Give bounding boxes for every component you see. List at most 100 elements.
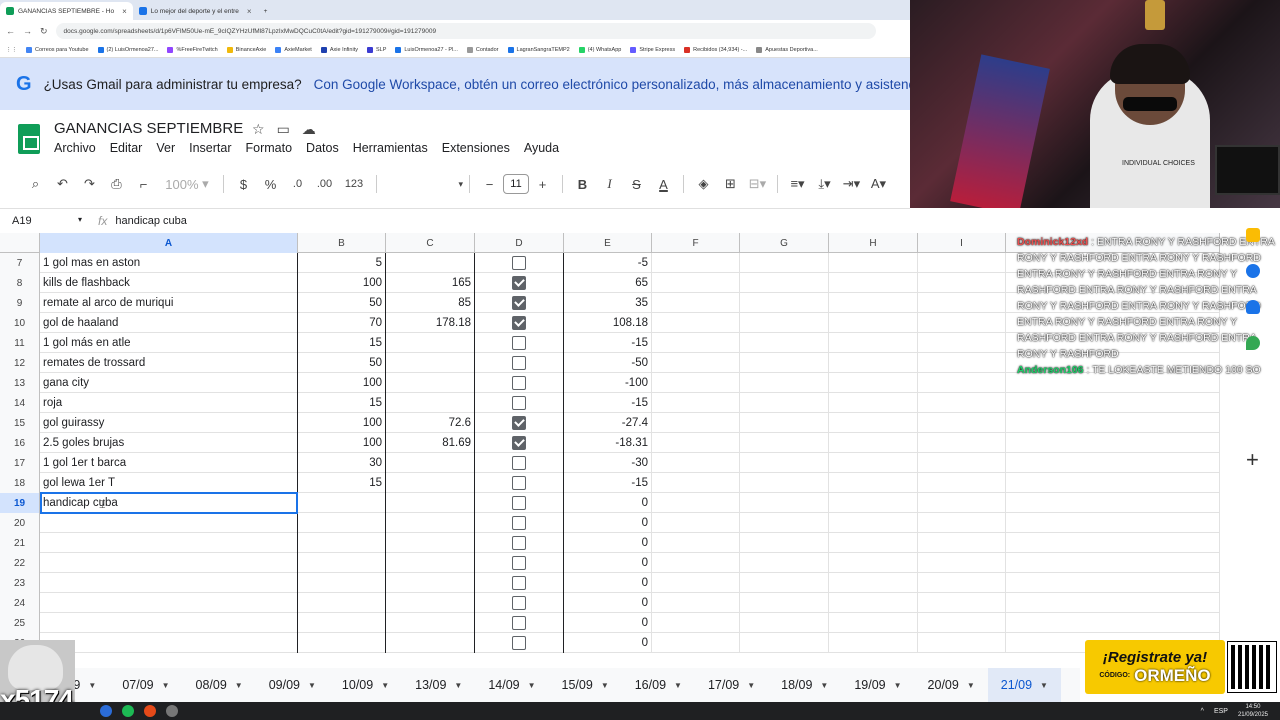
cell-description[interactable]: gana city <box>40 373 298 393</box>
increase-font-size-icon[interactable]: + <box>529 172 556 196</box>
cell-profit[interactable]: 35 <box>564 293 652 313</box>
cell-profit[interactable]: -15 <box>564 393 652 413</box>
cell-empty[interactable] <box>918 553 1006 573</box>
cell-stake[interactable]: 100 <box>298 273 386 293</box>
cell-checkbox[interactable] <box>475 273 564 293</box>
cell-empty[interactable] <box>918 573 1006 593</box>
cell-empty[interactable] <box>918 313 1006 333</box>
cell-stake[interactable] <box>298 513 386 533</box>
cell-checkbox[interactable] <box>475 413 564 433</box>
star-icon[interactable]: ☆ <box>252 121 265 138</box>
cell-empty[interactable] <box>918 393 1006 413</box>
cell-stake[interactable] <box>298 573 386 593</box>
percent-format-button[interactable]: % <box>257 172 284 196</box>
cell-profit[interactable]: 0 <box>564 633 652 653</box>
banner-message[interactable]: Con Google Workspace, obtén un correo el… <box>314 77 910 92</box>
cell-empty[interactable] <box>740 273 829 293</box>
text-rotation-icon[interactable]: A▾ <box>865 172 892 196</box>
cell-stake[interactable]: 5 <box>298 253 386 273</box>
column-header-a[interactable]: A <box>40 233 298 253</box>
cell-checkbox[interactable] <box>475 553 564 573</box>
row-number[interactable]: 11 <box>0 333 40 353</box>
sheet-tab[interactable]: 13/09 ▼ <box>402 668 475 702</box>
cell-empty[interactable] <box>740 393 829 413</box>
text-wrap-icon[interactable]: ⇥▾ <box>838 172 865 196</box>
cell-profit[interactable]: 0 <box>564 573 652 593</box>
cell-description[interactable] <box>40 553 298 573</box>
cell-empty[interactable] <box>652 393 740 413</box>
sheet-tab[interactable]: 16/09 ▼ <box>622 668 695 702</box>
cell-empty[interactable] <box>740 533 829 553</box>
cell-empty[interactable] <box>740 513 829 533</box>
cell-empty[interactable] <box>740 353 829 373</box>
cell-empty[interactable] <box>740 433 829 453</box>
chevron-down-icon[interactable]: ▼ <box>967 681 975 690</box>
cell-empty[interactable] <box>829 633 918 653</box>
zoom-select[interactable]: 100% ▾ <box>157 172 217 196</box>
cell-profit[interactable]: -15 <box>564 473 652 493</box>
increase-decimal-button[interactable]: .00 <box>311 172 338 196</box>
cell-return[interactable]: 85 <box>386 293 475 313</box>
cell-empty[interactable] <box>652 413 740 433</box>
column-header-h[interactable]: H <box>829 233 918 253</box>
cell-return[interactable] <box>386 333 475 353</box>
cell-empty[interactable] <box>652 373 740 393</box>
app-icon[interactable] <box>166 705 178 717</box>
cell-empty[interactable] <box>918 373 1006 393</box>
row-number[interactable]: 16 <box>0 433 40 453</box>
column-header-c[interactable]: C <box>386 233 475 253</box>
tray-chevron-icon[interactable]: ^ <box>1201 708 1204 715</box>
menu-ayuda[interactable]: Ayuda <box>524 141 559 155</box>
cell-empty[interactable] <box>1006 433 1220 453</box>
checkbox[interactable] <box>512 596 526 610</box>
cell-checkbox[interactable] <box>475 333 564 353</box>
cell-empty[interactable] <box>829 293 918 313</box>
sheet-tab[interactable]: 18/09 ▼ <box>768 668 841 702</box>
merge-cells-icon[interactable]: ⊟▾ <box>744 172 771 196</box>
cell-return[interactable] <box>386 613 475 633</box>
cell-empty[interactable] <box>652 273 740 293</box>
row-number[interactable]: 22 <box>0 553 40 573</box>
cell-empty[interactable] <box>1006 573 1220 593</box>
cell-empty[interactable] <box>918 273 1006 293</box>
cell-empty[interactable] <box>740 293 829 313</box>
cell-empty[interactable] <box>829 473 918 493</box>
bookmark-item[interactable]: Axie Infinity <box>320 46 358 53</box>
cell-empty[interactable] <box>1006 493 1220 513</box>
cell-empty[interactable] <box>918 453 1006 473</box>
cell-profit[interactable]: 65 <box>564 273 652 293</box>
cell-checkbox[interactable] <box>475 593 564 613</box>
cell-empty[interactable] <box>652 433 740 453</box>
cell-empty[interactable] <box>918 293 1006 313</box>
checkbox[interactable] <box>512 616 526 630</box>
cell-checkbox[interactable] <box>475 313 564 333</box>
close-tab-icon[interactable]: × <box>247 7 252 16</box>
sheet-tab[interactable]: 08/09 ▼ <box>183 668 256 702</box>
menu-ver[interactable]: Ver <box>156 141 175 155</box>
bookmark-item[interactable]: (2) LuisOrmenoa27... <box>97 46 158 53</box>
contacts-icon[interactable] <box>1246 300 1260 314</box>
checkbox[interactable] <box>512 556 526 570</box>
cell-return[interactable]: 72.6 <box>386 413 475 433</box>
sheet-tab[interactable]: 07/09 ▼ <box>109 668 182 702</box>
cell-checkbox[interactable] <box>475 573 564 593</box>
document-title[interactable]: GANANCIAS SEPTIEMBRE <box>54 120 243 137</box>
chevron-down-icon[interactable]: ▼ <box>674 681 682 690</box>
vertical-align-icon[interactable]: ⤓▾ <box>811 172 838 196</box>
cell-empty[interactable] <box>829 453 918 473</box>
font-family-select[interactable]: ▾ <box>383 172 463 196</box>
row-number[interactable]: 19 <box>0 493 40 513</box>
chevron-down-icon[interactable]: ▼ <box>820 681 828 690</box>
cell-profit[interactable]: -50 <box>564 353 652 373</box>
cell-checkbox[interactable] <box>475 393 564 413</box>
cell-return[interactable] <box>386 633 475 653</box>
row-number[interactable]: 24 <box>0 593 40 613</box>
cell-description[interactable]: remates de trossard <box>40 353 298 373</box>
cell-empty[interactable] <box>829 493 918 513</box>
cell-empty[interactable] <box>829 553 918 573</box>
row-number[interactable]: 13 <box>0 373 40 393</box>
add-addon-icon[interactable]: + <box>1246 447 1259 473</box>
close-tab-icon[interactable]: × <box>122 7 127 16</box>
cell-return[interactable] <box>386 473 475 493</box>
chevron-down-icon[interactable]: ▼ <box>454 681 462 690</box>
